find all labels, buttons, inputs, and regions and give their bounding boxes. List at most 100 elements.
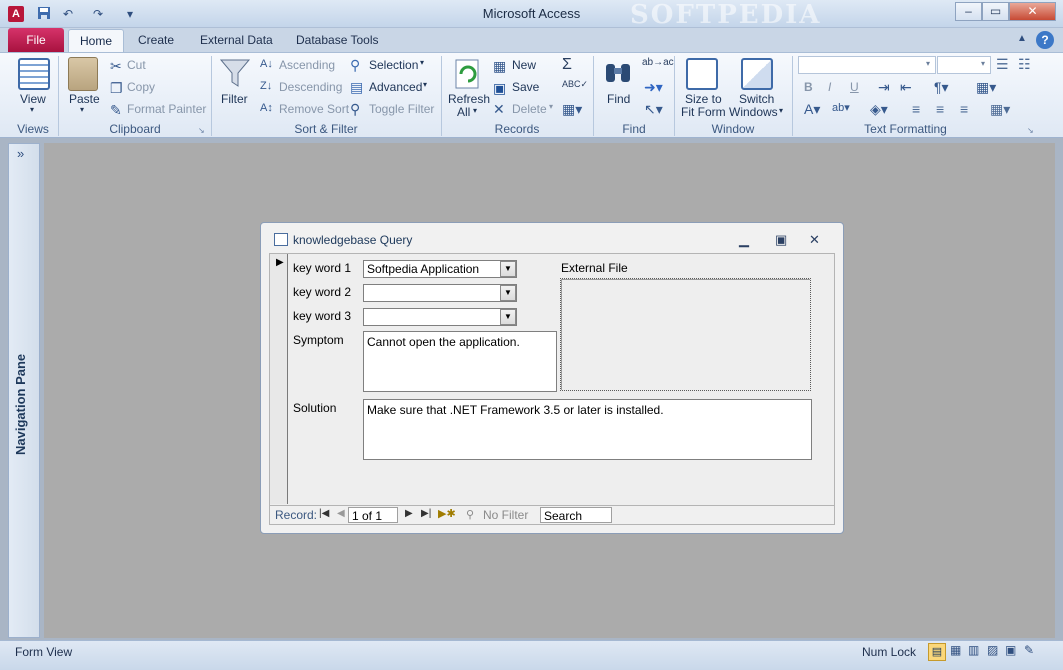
next-record-icon[interactable]: ▶: [405, 508, 413, 519]
form-close-button[interactable]: ✕: [809, 232, 820, 248]
new-button[interactable]: New: [512, 58, 536, 72]
format-painter-icon[interactable]: ✎: [110, 102, 122, 119]
toggle-filter-icon[interactable]: ⚲: [350, 101, 360, 118]
spelling-icon[interactable]: ABC✓: [562, 79, 588, 90]
tab-external-data[interactable]: External Data: [194, 30, 279, 52]
key-word-2-dropdown-icon[interactable]: ▼: [500, 285, 516, 301]
bullets-icon[interactable]: ☰: [996, 56, 1009, 73]
font-color-icon[interactable]: A▾: [804, 101, 820, 118]
last-record-icon[interactable]: ▶|: [421, 508, 431, 519]
advanced-filter-icon[interactable]: ▤: [350, 79, 363, 96]
record-selector[interactable]: [270, 254, 288, 504]
key-word-1-dropdown-icon[interactable]: ▼: [500, 261, 516, 277]
underline-button[interactable]: U: [850, 80, 859, 94]
minimize-button[interactable]: –: [955, 2, 982, 21]
remove-sort-button[interactable]: Remove Sort: [279, 102, 349, 116]
replace-icon[interactable]: ab→ac: [642, 57, 674, 68]
design-view-icon[interactable]: ✎: [1024, 643, 1034, 657]
key-word-2-combo[interactable]: [363, 284, 517, 302]
filter-button[interactable]: Filter: [221, 92, 248, 106]
go-to-icon[interactable]: ➜▾: [644, 79, 663, 96]
font-name-select[interactable]: [798, 56, 936, 74]
size-to-fit-label[interactable]: Fit Form: [681, 105, 726, 119]
filter-indicator-icon[interactable]: ⚲: [466, 508, 474, 521]
save-record-icon[interactable]: ▣: [493, 80, 506, 97]
form-minimize-button[interactable]: ▁: [739, 232, 749, 248]
nav-pane-toggle-icon[interactable]: »: [17, 146, 24, 161]
tab-file[interactable]: File: [8, 28, 64, 52]
size-to-fit-button[interactable]: Size to: [685, 92, 722, 106]
new-record-icon[interactable]: ▦: [493, 58, 506, 75]
advanced-dropdown-icon[interactable]: ▾: [423, 80, 427, 89]
align-left-icon[interactable]: ≡: [912, 101, 920, 117]
highlight-icon[interactable]: ab▾: [832, 101, 850, 114]
font-size-dropdown-icon[interactable]: ▾: [981, 59, 985, 68]
gridlines-icon[interactable]: ▦▾: [976, 79, 996, 96]
copy-button[interactable]: Copy: [127, 80, 155, 94]
fill-color-icon[interactable]: ◈▾: [870, 101, 888, 118]
key-word-1-combo[interactable]: Softpedia Application: [363, 260, 517, 278]
refresh-button[interactable]: Refresh: [448, 92, 490, 106]
restore-button[interactable]: ▭: [982, 2, 1009, 21]
first-record-icon[interactable]: |◀: [319, 508, 329, 519]
switch-windows-icon[interactable]: [741, 58, 773, 90]
find-button[interactable]: Find: [607, 92, 630, 106]
search-box[interactable]: Search: [540, 507, 612, 523]
bold-button[interactable]: B: [804, 80, 813, 94]
symptom-textbox[interactable]: Cannot open the application.: [363, 331, 557, 392]
refresh-all-label[interactable]: All: [457, 105, 470, 119]
paragraph-direction-icon[interactable]: ¶▾: [934, 79, 949, 96]
minimize-ribbon-icon[interactable]: ▲: [1017, 33, 1027, 44]
clipboard-launcher-icon[interactable]: ↘: [198, 126, 205, 135]
pivottable-view-icon[interactable]: ▥: [968, 643, 979, 657]
advanced-button[interactable]: Advanced: [369, 80, 422, 94]
view-icon[interactable]: [18, 58, 50, 90]
align-right-icon[interactable]: ≡: [960, 101, 968, 117]
increase-indent-icon[interactable]: ⇥: [878, 79, 890, 96]
more-records-icon[interactable]: ▦▾: [562, 101, 582, 118]
external-file-attachment[interactable]: [560, 278, 811, 391]
cut-button[interactable]: Cut: [127, 58, 146, 72]
find-binoculars-icon[interactable]: [603, 58, 633, 89]
form-restore-button[interactable]: ▣: [775, 232, 787, 248]
save-button[interactable]: Save: [512, 80, 539, 94]
previous-record-icon[interactable]: ◀: [337, 508, 345, 519]
selection-button[interactable]: Selection: [369, 58, 418, 72]
help-icon[interactable]: ?: [1036, 31, 1054, 49]
navigation-pane-label[interactable]: Navigation Pane: [13, 255, 35, 455]
toggle-filter-button[interactable]: Toggle Filter: [369, 102, 434, 116]
tab-database-tools[interactable]: Database Tools: [290, 30, 385, 52]
italic-button[interactable]: I: [828, 80, 831, 94]
sort-ascending-icon[interactable]: A↓: [260, 58, 273, 70]
format-painter-button[interactable]: Format Painter: [127, 102, 206, 116]
numbering-icon[interactable]: ☷: [1018, 56, 1031, 73]
delete-dropdown-icon[interactable]: ▾: [549, 102, 553, 111]
pivotchart-view-icon[interactable]: ▨: [987, 643, 998, 657]
delete-button[interactable]: Delete: [512, 102, 547, 116]
sort-descending-icon[interactable]: Z↓: [260, 80, 272, 92]
new-record-nav-icon[interactable]: ▶✱: [438, 507, 456, 520]
ascending-button[interactable]: Ascending: [279, 58, 335, 72]
totals-icon[interactable]: Σ: [562, 56, 572, 74]
paste-icon[interactable]: [68, 57, 98, 91]
view-button[interactable]: View: [20, 92, 46, 106]
select-icon[interactable]: ↖▾: [644, 101, 663, 118]
selection-filter-icon[interactable]: ⚲: [350, 57, 360, 74]
refresh-dropdown-icon[interactable]: ▾: [473, 106, 477, 115]
size-to-fit-icon[interactable]: [686, 58, 718, 90]
font-name-dropdown-icon[interactable]: ▾: [926, 59, 930, 68]
refresh-all-icon[interactable]: [454, 58, 482, 93]
tab-home[interactable]: Home: [68, 29, 124, 53]
current-record-field[interactable]: 1 of 1: [348, 507, 398, 523]
copy-icon[interactable]: ❐: [110, 80, 123, 97]
switch-windows-dropdown-icon[interactable]: ▾: [779, 106, 783, 115]
decrease-indent-icon[interactable]: ⇤: [900, 79, 912, 96]
paste-dropdown-icon[interactable]: ▾: [80, 105, 84, 114]
close-button[interactable]: ✕: [1009, 2, 1056, 21]
remove-sort-icon[interactable]: A↕: [260, 102, 273, 114]
switch-windows-label[interactable]: Windows: [729, 105, 778, 119]
delete-icon[interactable]: ✕: [493, 101, 505, 118]
view-dropdown-icon[interactable]: ▾: [30, 105, 34, 114]
tab-create[interactable]: Create: [132, 30, 180, 52]
align-center-icon[interactable]: ≡: [936, 101, 944, 117]
